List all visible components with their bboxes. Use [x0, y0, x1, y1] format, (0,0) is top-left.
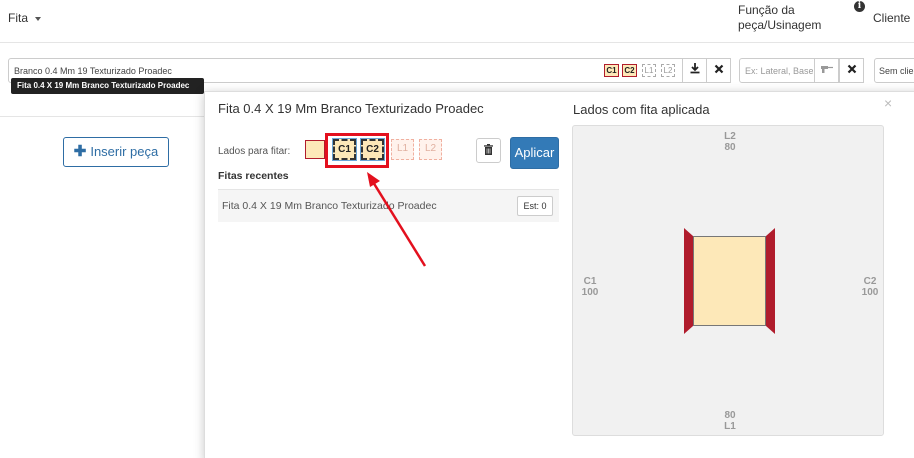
side-name-l2: L2	[724, 131, 736, 142]
label-right: C2 100	[855, 276, 885, 298]
side-name-c2: C2	[863, 276, 877, 287]
piece-rectangle	[693, 236, 766, 326]
recent-fita-name: Fita 0.4 X 19 Mm Branco Texturizado Proa…	[222, 200, 437, 212]
lados-aplicada-title: Lados com fita aplicada	[573, 102, 710, 117]
side-toggle-l2[interactable]: L2	[419, 139, 442, 160]
est-button[interactable]: Est: 0	[517, 196, 553, 216]
close-icon[interactable]: ×	[884, 95, 892, 111]
highlight-box	[325, 133, 389, 168]
plus-icon: ✚	[73, 143, 87, 160]
aplicar-button[interactable]: Aplicar	[510, 137, 559, 169]
fita-color-swatch	[305, 140, 325, 159]
chip-l2: L2	[661, 64, 675, 77]
side-value-c2: 100	[861, 287, 879, 298]
header-divider	[0, 42, 914, 43]
side-value-l2: 80	[724, 142, 736, 153]
label-left: C1 100	[575, 276, 605, 298]
drill-icon	[820, 66, 833, 73]
side-name-l1: L1	[724, 421, 736, 432]
label-bottom: 80 L1	[716, 410, 744, 432]
info-icon[interactable]: i	[854, 1, 865, 12]
fita-field-value: Branco 0.4 Mm 19 Texturizado Proadec	[14, 66, 172, 76]
trash-icon	[484, 144, 493, 155]
download-icon	[690, 63, 699, 74]
funcao-column-header: Função da peça/Usinagem	[738, 3, 822, 32]
side-toggle-l1[interactable]: L1	[391, 139, 414, 160]
chip-c1: C1	[604, 64, 619, 77]
lados-label: Lados para fitar:	[218, 146, 291, 157]
chip-l1: L1	[642, 64, 656, 77]
side-value-l1: 80	[724, 410, 736, 421]
funcao-input-placeholder: Ex: Lateral, Base	[745, 66, 813, 76]
fita-tooltip: Fita 0.4 X 19 Mm Branco Texturizado Proa…	[11, 78, 204, 94]
side-value-c1: 100	[581, 287, 599, 298]
clear-funcao-button[interactable]	[839, 58, 864, 83]
download-button[interactable]	[682, 58, 707, 83]
label-top: L2 80	[716, 131, 744, 153]
cliente-column-header: Cliente	[873, 11, 911, 25]
popover-title: Fita 0.4 X 19 Mm Branco Texturizado Proa…	[218, 101, 484, 116]
clear-fita-button[interactable]	[706, 58, 731, 83]
drill-button[interactable]	[814, 58, 839, 83]
fita-menu[interactable]: Fita	[8, 11, 28, 25]
inserir-peca-label: Inserir peça	[90, 144, 159, 159]
inserir-peca-button[interactable]: ✚ Inserir peça	[63, 137, 169, 167]
close-icon	[714, 64, 723, 74]
delete-button[interactable]	[476, 138, 501, 163]
cliente-select-value: Sem cliente	[879, 66, 914, 76]
fitas-recentes-heading: Fitas recentes	[218, 170, 289, 182]
close-icon	[847, 64, 856, 74]
chip-c2: C2	[622, 64, 637, 77]
side-name-c1: C1	[583, 276, 597, 287]
caret-down-icon[interactable]	[35, 17, 41, 21]
row-divider	[0, 116, 204, 117]
